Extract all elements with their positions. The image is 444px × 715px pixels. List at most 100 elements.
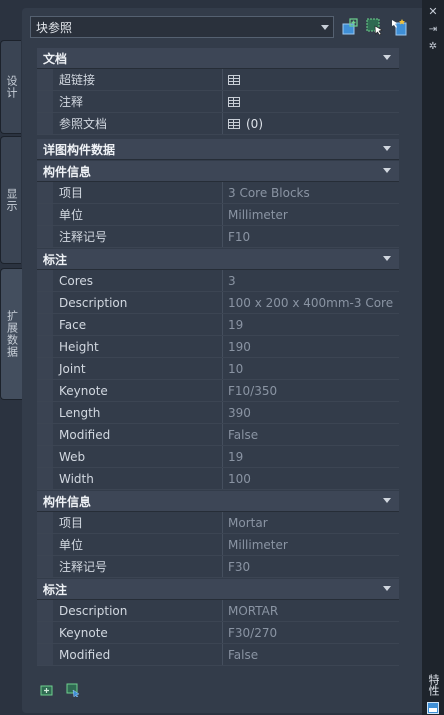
property-row[interactable]: 项目 3 Core Blocks: [37, 182, 399, 204]
property-value: Millimeter: [228, 207, 288, 222]
collapse-icon: [383, 256, 391, 261]
property-name: Cores: [53, 270, 223, 291]
property-name: Keynote: [53, 622, 223, 643]
section-title: 文档: [43, 51, 68, 66]
section-title: 详图构件数据: [43, 142, 116, 157]
property-name: Description: [53, 292, 223, 313]
collapse-icon: [383, 168, 391, 173]
section-header-component-info[interactable]: 构件信息: [37, 161, 399, 182]
property-value: (0): [223, 113, 399, 134]
property-name: 项目: [53, 512, 223, 533]
property-grid: 文档 超链接 注释 参照文档 (0) 详图构件数据 构件信息 项目 3 Core…: [37, 48, 399, 666]
property-name: 项目: [53, 182, 223, 203]
auto-hide-icon[interactable]: ⇥: [427, 24, 439, 36]
property-value: Millimeter: [228, 537, 288, 552]
property-name: Modified: [53, 424, 223, 445]
property-name: 注释记号: [53, 556, 223, 577]
property-row[interactable]: 注释: [37, 91, 399, 113]
reference-doc-count: (0): [246, 116, 263, 131]
section-title: 构件信息: [43, 494, 92, 509]
property-row[interactable]: Keynote F10/350: [37, 380, 399, 402]
property-row[interactable]: 项目 Mortar: [37, 512, 399, 534]
property-value: 190: [228, 339, 251, 354]
close-icon[interactable]: ✕: [427, 6, 439, 18]
property-row[interactable]: Height 190: [37, 336, 399, 358]
property-value: 100: [228, 471, 251, 486]
section-header-annotation[interactable]: 标注: [37, 579, 399, 600]
property-row[interactable]: Modified False: [37, 424, 399, 446]
property-value: [223, 91, 399, 112]
property-row[interactable]: Description 100 x 200 x 400mm-3 Core: [37, 292, 399, 314]
tab-extended-data[interactable]: 扩展数据: [0, 268, 22, 400]
property-value: 3: [228, 273, 236, 288]
settings-icon[interactable]: ✲: [427, 41, 439, 53]
property-row[interactable]: Modified False: [37, 644, 399, 666]
collapse-icon: [383, 498, 391, 503]
palette-title-label: 特性: [427, 674, 440, 696]
property-value: False: [228, 647, 259, 662]
property-name: Keynote: [53, 380, 223, 401]
property-row[interactable]: Web 19: [37, 446, 399, 468]
property-row[interactable]: 单位 Millimeter: [37, 204, 399, 226]
property-name: Modified: [53, 644, 223, 665]
edit-component-icon[interactable]: [66, 683, 80, 697]
collapse-icon: [383, 146, 391, 151]
property-row[interactable]: 注释记号 F10: [37, 226, 399, 248]
property-value: 10: [228, 361, 244, 376]
tab-design[interactable]: 设计: [0, 40, 21, 134]
tab-display[interactable]: 显示: [0, 136, 21, 264]
object-type-select[interactable]: 块参照: [30, 16, 334, 38]
property-row[interactable]: Width 100: [37, 468, 399, 490]
section-header-component-info[interactable]: 构件信息: [37, 491, 399, 512]
section-header-detail-component-data[interactable]: 详图构件数据: [37, 139, 399, 160]
property-value: Mortar: [228, 515, 268, 530]
section-title: 标注: [43, 582, 68, 597]
property-value: [223, 69, 399, 90]
table-icon: [228, 96, 240, 107]
property-row[interactable]: Face 19: [37, 314, 399, 336]
property-name: 单位: [53, 204, 223, 225]
property-name: Length: [53, 402, 223, 423]
collapse-icon: [383, 586, 391, 591]
tab-extended-data-label: 扩展数据: [5, 310, 19, 358]
tab-display-label: 显示: [5, 188, 18, 212]
section-header-document[interactable]: 文档: [37, 48, 399, 69]
property-row[interactable]: 单位 Millimeter: [37, 534, 399, 556]
property-name: Description: [53, 600, 223, 621]
property-value: 19: [228, 449, 244, 464]
property-row[interactable]: Joint 10: [37, 358, 399, 380]
tab-design-label: 设计: [5, 75, 18, 99]
property-name: 超链接: [53, 69, 223, 90]
table-icon: [228, 118, 240, 129]
property-value: 19: [228, 317, 244, 332]
property-value: 3 Core Blocks: [228, 185, 310, 200]
property-name: Web: [53, 446, 223, 467]
collapse-icon: [383, 55, 391, 60]
property-name: Face: [53, 314, 223, 335]
add-component-icon[interactable]: [40, 683, 54, 697]
properties-palette-icon: [427, 702, 439, 714]
property-value: F30/270: [228, 625, 278, 640]
toggle-pickadd-icon[interactable]: [341, 17, 361, 37]
property-row[interactable]: 参照文档 (0): [37, 113, 399, 135]
property-row[interactable]: 超链接: [37, 69, 399, 91]
property-name: Height: [53, 336, 223, 357]
select-objects-icon[interactable]: [365, 17, 385, 37]
property-row[interactable]: 注释记号 F30: [37, 556, 399, 578]
property-name: Width: [53, 468, 223, 489]
section-title: 构件信息: [43, 164, 92, 179]
property-row[interactable]: Cores 3: [37, 270, 399, 292]
property-name: 注释: [53, 91, 223, 112]
section-header-annotation[interactable]: 标注: [37, 249, 399, 270]
section-title: 标注: [43, 252, 68, 267]
palette-title-bar: ✕ ⇥ ✲ 特性: [422, 0, 444, 715]
property-name: 单位: [53, 534, 223, 555]
property-name: 参照文档: [53, 113, 223, 134]
quick-select-icon[interactable]: [389, 17, 409, 37]
property-name: 注释记号: [53, 226, 223, 247]
property-row[interactable]: Description MORTAR: [37, 600, 399, 622]
property-row[interactable]: Keynote F30/270: [37, 622, 399, 644]
property-value: MORTAR: [228, 603, 279, 618]
chevron-down-icon: [321, 25, 329, 30]
property-row[interactable]: Length 390: [37, 402, 399, 424]
